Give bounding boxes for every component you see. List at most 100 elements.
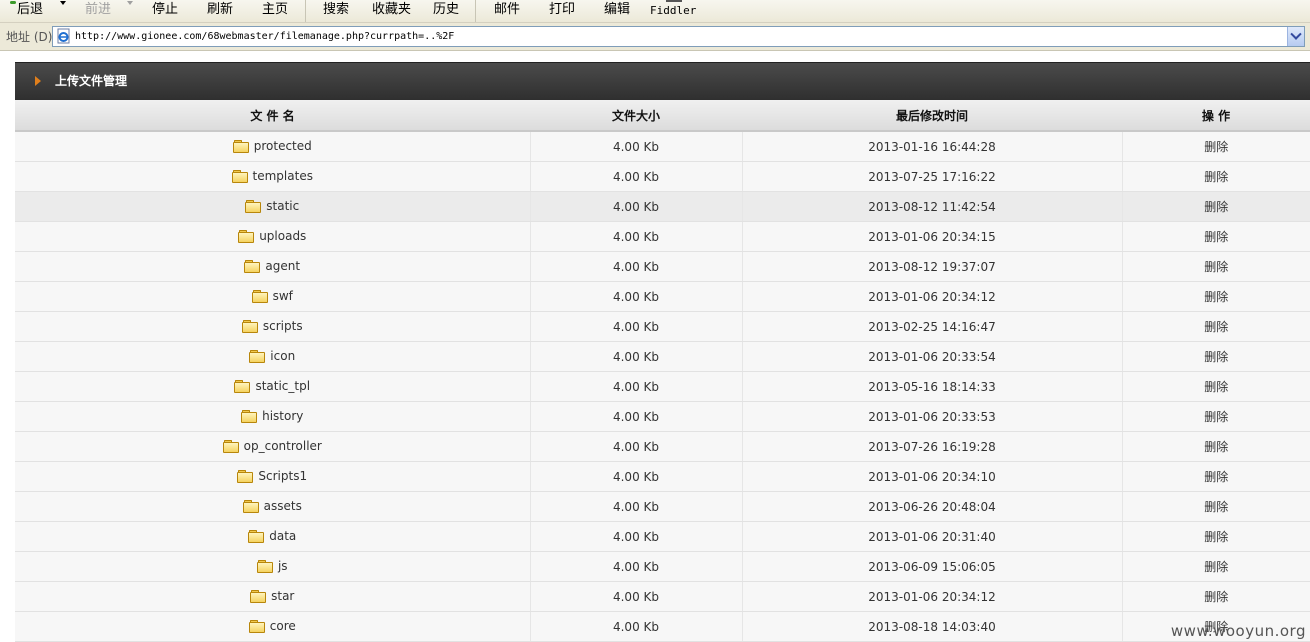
folder-icon: [248, 529, 265, 543]
file-name[interactable]: agent: [265, 259, 300, 273]
file-link[interactable]: templates: [231, 169, 313, 183]
search-button[interactable]: 搜索: [323, 0, 349, 20]
file-link[interactable]: Scripts1: [237, 469, 307, 483]
file-name-cell: static_tpl: [15, 371, 531, 402]
file-name-cell: scripts: [15, 311, 531, 342]
file-name[interactable]: op_controller: [244, 439, 322, 453]
delete-link[interactable]: 删除: [1204, 410, 1228, 424]
delete-link[interactable]: 删除: [1204, 200, 1228, 214]
home-button[interactable]: 主页: [262, 0, 288, 20]
file-link[interactable]: uploads: [238, 229, 306, 243]
file-link[interactable]: star: [250, 589, 294, 603]
back-arrow-icon[interactable]: [10, 1, 16, 4]
back-button[interactable]: 后退: [17, 0, 43, 20]
file-modified: 2013-08-12 11:42:54: [742, 191, 1123, 222]
file-name[interactable]: history: [262, 409, 303, 423]
file-size: 4.00 Kb: [530, 131, 743, 162]
fiddler-button[interactable]: Fiddler: [650, 0, 696, 20]
col-header-size: 文件大小: [530, 100, 742, 132]
file-name[interactable]: data: [269, 529, 296, 543]
delete-link[interactable]: 删除: [1204, 350, 1228, 364]
folder-icon: [251, 289, 268, 303]
action-cell: 删除: [1122, 311, 1310, 342]
forward-dropdown-icon[interactable]: [127, 1, 133, 5]
file-size: 4.00 Kb: [530, 161, 743, 192]
col-header-modified: 最后修改时间: [742, 100, 1122, 132]
file-name-cell: op_controller: [15, 431, 531, 462]
file-modified: 2013-02-25 14:16:47: [742, 311, 1123, 342]
file-name-cell: js: [15, 551, 531, 582]
address-input[interactable]: http://www.gionee.com/68webmaster/filema…: [52, 26, 1305, 47]
file-size: 4.00 Kb: [530, 341, 743, 372]
file-name[interactable]: scripts: [263, 319, 303, 333]
file-name[interactable]: static_tpl: [255, 379, 310, 393]
forward-button[interactable]: 前进: [85, 0, 111, 20]
table-row: history 4.00 Kb 2013-01-06 20:33:53 删除: [15, 401, 1310, 432]
file-link[interactable]: data: [248, 529, 296, 543]
history-button[interactable]: 历史: [433, 0, 459, 20]
file-link[interactable]: swf: [251, 289, 293, 303]
file-modified: 2013-08-18 14:03:40: [742, 611, 1123, 642]
file-name[interactable]: core: [270, 619, 296, 633]
back-dropdown-icon[interactable]: [60, 1, 66, 5]
delete-link[interactable]: 删除: [1204, 440, 1228, 454]
file-link[interactable]: agent: [244, 259, 300, 273]
folder-icon: [232, 139, 249, 153]
delete-link[interactable]: 删除: [1204, 260, 1228, 274]
file-link[interactable]: protected: [232, 139, 312, 153]
table-row: agent 4.00 Kb 2013-08-12 19:37:07 删除: [15, 251, 1310, 282]
delete-link[interactable]: 删除: [1204, 230, 1228, 244]
action-cell: 删除: [1122, 221, 1310, 252]
file-modified: 2013-06-26 20:48:04: [742, 491, 1123, 522]
delete-link[interactable]: 删除: [1204, 380, 1228, 394]
file-link[interactable]: static: [245, 199, 299, 213]
delete-link[interactable]: 删除: [1204, 500, 1228, 514]
file-link[interactable]: core: [248, 619, 296, 633]
file-link[interactable]: op_controller: [222, 439, 322, 453]
table-row: assets 4.00 Kb 2013-06-26 20:48:04 删除: [15, 491, 1310, 522]
delete-link[interactable]: 删除: [1204, 470, 1228, 484]
delete-link[interactable]: 删除: [1204, 320, 1228, 334]
file-modified: 2013-01-06 20:34:12: [742, 581, 1123, 612]
action-cell: 删除: [1122, 431, 1310, 462]
delete-link[interactable]: 删除: [1204, 170, 1228, 184]
file-modified: 2013-01-06 20:34:12: [742, 281, 1123, 312]
panel-header: 上传文件管理: [15, 62, 1310, 100]
print-button[interactable]: 打印: [549, 0, 575, 20]
file-name[interactable]: static: [266, 199, 299, 213]
address-url[interactable]: http://www.gionee.com/68webmaster/filema…: [75, 27, 454, 46]
file-link[interactable]: history: [241, 409, 303, 423]
file-name[interactable]: star: [271, 589, 294, 603]
delete-link[interactable]: 删除: [1204, 140, 1228, 154]
address-dropdown-icon[interactable]: [1287, 27, 1304, 46]
file-link[interactable]: static_tpl: [234, 379, 310, 393]
file-name-cell: swf: [15, 281, 531, 312]
file-link[interactable]: scripts: [241, 319, 303, 333]
folder-icon: [222, 439, 239, 453]
file-name[interactable]: swf: [273, 289, 293, 303]
refresh-button[interactable]: 刷新: [207, 0, 233, 20]
delete-link[interactable]: 删除: [1204, 290, 1228, 304]
folder-icon: [256, 559, 273, 573]
delete-link[interactable]: 删除: [1204, 530, 1228, 544]
file-link[interactable]: icon: [249, 349, 295, 363]
file-name[interactable]: protected: [254, 139, 312, 153]
file-name[interactable]: templates: [253, 169, 313, 183]
favorites-button[interactable]: 收藏夹: [372, 0, 411, 20]
file-name[interactable]: Scripts1: [258, 469, 307, 483]
action-cell: 删除: [1122, 191, 1310, 222]
file-name[interactable]: uploads: [259, 229, 306, 243]
stop-button[interactable]: 停止: [152, 0, 178, 20]
file-link[interactable]: assets: [242, 499, 302, 513]
file-link[interactable]: js: [256, 559, 288, 573]
file-name[interactable]: assets: [264, 499, 302, 513]
edit-button[interactable]: 编辑: [604, 0, 630, 20]
folder-icon: [244, 259, 261, 273]
delete-link[interactable]: 删除: [1204, 560, 1228, 574]
mail-button[interactable]: 邮件: [494, 0, 520, 20]
file-name-cell: icon: [15, 341, 531, 372]
delete-link[interactable]: 删除: [1204, 590, 1228, 604]
arrow-right-icon: [35, 76, 41, 86]
file-name[interactable]: js: [278, 559, 288, 573]
file-name[interactable]: icon: [270, 349, 295, 363]
